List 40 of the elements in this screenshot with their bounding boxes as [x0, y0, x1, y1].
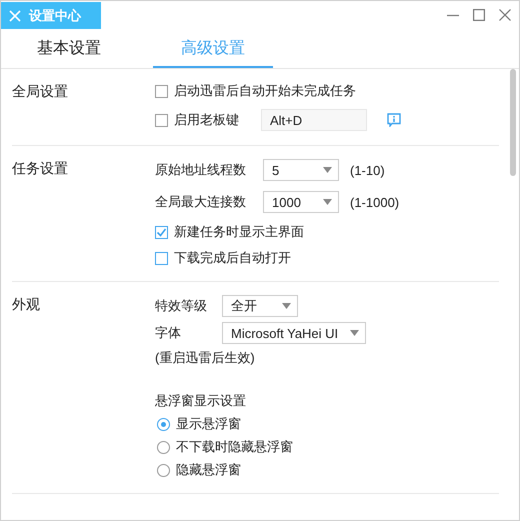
radio-label: 显示悬浮窗: [176, 415, 241, 433]
range-hint: (1-1000): [350, 194, 400, 210]
dropdown[interactable]: 1000: [263, 191, 339, 213]
radio-button[interactable]: [157, 464, 170, 476]
caret-icon: [323, 167, 332, 173]
field-label: 原始地址线程数: [155, 161, 247, 179]
dropdown[interactable]: 5: [263, 159, 339, 181]
caret-icon: [323, 199, 332, 205]
tab[interactable]: 基本设置: [1, 30, 137, 68]
caret-icon: [350, 330, 360, 336]
group-heading: 悬浮窗显示设置: [155, 392, 246, 410]
radio-button[interactable]: [157, 440, 170, 454]
checkbox[interactable]: [155, 114, 168, 126]
radio-label: 隐藏悬浮窗: [176, 461, 241, 479]
hotkey-field[interactable]: Alt+D: [261, 109, 367, 131]
field-label: 特效等级: [155, 297, 208, 315]
checkbox[interactable]: [155, 252, 168, 264]
checkbox[interactable]: [155, 84, 168, 98]
checkbox[interactable]: [155, 226, 168, 238]
scrollbar-thumb[interactable]: [510, 69, 516, 176]
checkbox-label: 启动迅雷后自动开始未完成任务: [174, 82, 356, 100]
maximize-icon[interactable]: [473, 9, 485, 21]
caret-icon: [282, 303, 291, 309]
dropdown[interactable]: Microsoft YaHei UI: [222, 322, 366, 344]
close-icon[interactable]: [499, 9, 511, 21]
section-title: 外观: [12, 295, 41, 314]
field-label: 全局最大连接数: [155, 193, 247, 211]
range-hint: (1-10): [350, 162, 385, 178]
radio-label: 不下载时隐藏悬浮窗: [176, 438, 293, 456]
section-title: 任务设置: [12, 159, 69, 178]
radio-button[interactable]: [157, 418, 170, 430]
field-label: 字体: [155, 324, 182, 342]
note-text: (重启迅雷后生效): [155, 349, 255, 367]
info-icon[interactable]: [387, 113, 401, 127]
checkbox-label: 启用老板键: [174, 111, 239, 129]
checkbox-label: 新建任务时显示主界面: [174, 223, 304, 241]
dropdown[interactable]: 全开: [222, 295, 298, 317]
checkbox-label: 下载完成后自动打开: [174, 249, 291, 267]
section-title: 全局设置: [12, 82, 69, 101]
window-title: 设置中心: [29, 6, 81, 24]
